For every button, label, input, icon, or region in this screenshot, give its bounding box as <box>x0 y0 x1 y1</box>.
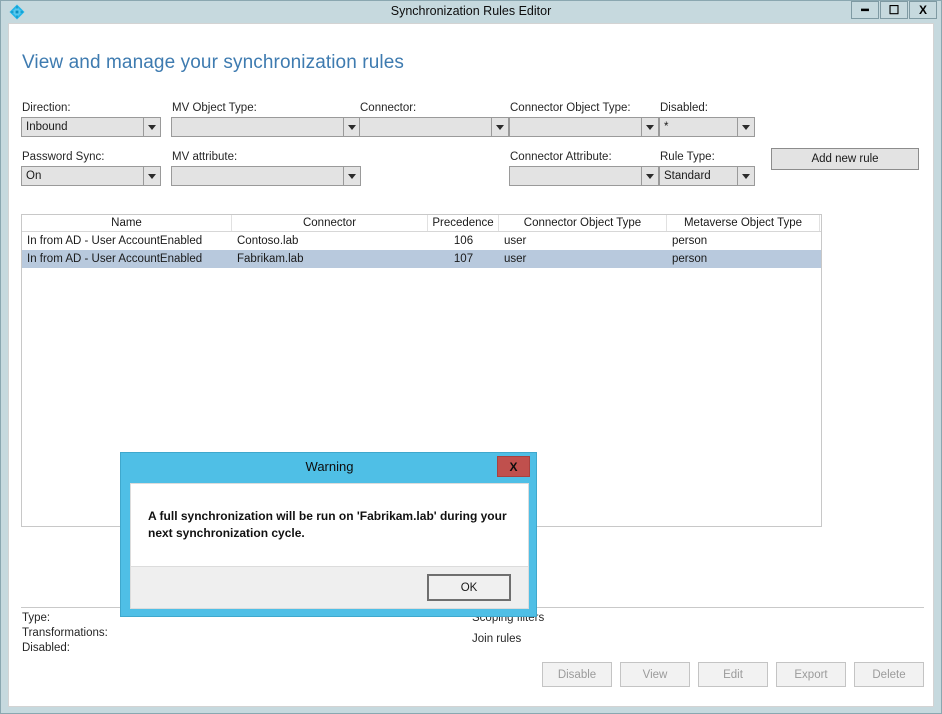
chevron-down-icon[interactable] <box>143 167 160 185</box>
rule-detail-right: Scoping filters Join rules <box>472 611 544 653</box>
window-title-bar: Synchronization Rules Editor ━ ☐ X <box>1 1 941 22</box>
maximize-button[interactable]: ☐ <box>880 1 908 19</box>
edit-button[interactable]: Edit <box>698 662 768 687</box>
minimize-button[interactable]: ━ <box>851 1 879 19</box>
connector-attribute-combobox[interactable] <box>509 166 659 186</box>
connector-value <box>360 118 491 136</box>
cell-metaverse-object-type: person <box>672 235 708 247</box>
column-header-connector-object-type[interactable]: Connector Object Type <box>499 215 667 231</box>
view-button-label: View <box>642 668 668 681</box>
detail-label-join-rules: Join rules <box>472 633 522 645</box>
chevron-down-icon[interactable] <box>343 167 360 185</box>
direction-value: Inbound <box>26 121 68 133</box>
mv-attribute-value <box>172 167 343 185</box>
connector-object-type-combobox[interactable] <box>509 117 659 137</box>
direction-combobox[interactable]: Inbound <box>21 117 161 137</box>
minimize-icon: ━ <box>861 3 869 17</box>
label-mv-attribute: MV attribute: <box>172 151 238 163</box>
warning-dialog-title: Warning <box>305 459 354 474</box>
mv-object-type-combobox[interactable] <box>171 117 361 137</box>
label-direction: Direction: <box>22 102 71 114</box>
chevron-down-icon[interactable] <box>491 118 508 136</box>
warning-dialog-footer: OK <box>130 567 529 609</box>
cell-precedence: 106 <box>453 235 474 247</box>
ok-button[interactable]: OK <box>427 574 511 601</box>
mv-attribute-combobox[interactable] <box>171 166 361 186</box>
cell-metaverse-object-type: person <box>672 253 708 265</box>
rule-type-value: Standard <box>664 170 711 182</box>
add-new-rule-button[interactable]: Add new rule <box>771 148 919 170</box>
warning-dialog-close-button[interactable]: X <box>497 456 530 477</box>
window-title: Synchronization Rules Editor <box>390 4 552 18</box>
warning-dialog-message: A full synchronization will be run on 'F… <box>148 509 507 540</box>
chevron-down-icon[interactable] <box>343 118 360 136</box>
label-connector-attribute: Connector Attribute: <box>510 151 612 163</box>
detail-label-disabled: Disabled: <box>22 642 70 654</box>
page-title: View and manage your synchronization rul… <box>22 52 404 73</box>
maximize-icon: ☐ <box>888 3 900 17</box>
label-disabled-filter: Disabled: <box>660 102 708 114</box>
mv-object-type-value <box>172 118 343 136</box>
disabled-combobox[interactable]: * <box>659 117 755 137</box>
connector-combobox[interactable] <box>359 117 509 137</box>
label-connector-object-type: Connector Object Type: <box>510 102 631 114</box>
label-password-sync: Password Sync: <box>22 151 105 163</box>
action-button-bar: Disable View Edit Export Delete <box>529 662 924 687</box>
column-header-precedence[interactable]: Precedence <box>428 215 499 231</box>
client-area: View and manage your synchronization rul… <box>8 23 934 707</box>
cell-connector: Fabrikam.lab <box>237 253 304 265</box>
chevron-down-icon[interactable] <box>737 167 754 185</box>
cell-connector: Contoso.lab <box>237 235 299 247</box>
column-header-metaverse-object-type[interactable]: Metaverse Object Type <box>667 215 820 231</box>
label-mv-object-type: MV Object Type: <box>172 102 257 114</box>
application-window: Synchronization Rules Editor ━ ☐ X View … <box>0 0 942 714</box>
label-connector: Connector: <box>360 102 417 114</box>
connector-object-type-value <box>510 118 641 136</box>
table-row[interactable]: In from AD - User AccountEnabled Contoso… <box>22 232 821 250</box>
close-icon: X <box>509 459 518 474</box>
cell-connector-object-type: user <box>504 253 527 265</box>
detail-label-transformations: Transformations: <box>22 627 108 639</box>
detail-label-type: Type: <box>22 612 51 624</box>
close-icon: X <box>918 3 927 17</box>
rule-detail-left: Type: Transformations: Disabled: <box>22 611 108 656</box>
cell-name: In from AD - User AccountEnabled <box>27 253 203 265</box>
edit-button-label: Edit <box>723 668 743 681</box>
add-new-rule-label: Add new rule <box>811 153 879 165</box>
chevron-down-icon[interactable] <box>143 118 160 136</box>
connector-attribute-value <box>510 167 641 185</box>
password-sync-value: On <box>26 170 42 182</box>
ok-button-label: OK <box>460 581 478 594</box>
warning-dialog-title-bar: Warning X <box>121 453 536 480</box>
column-header-connector[interactable]: Connector <box>232 215 428 231</box>
chevron-down-icon[interactable] <box>641 167 658 185</box>
export-button[interactable]: Export <box>776 662 846 687</box>
warning-dialog-body: A full synchronization will be run on 'F… <box>130 483 529 567</box>
column-header-name[interactable]: Name <box>22 215 232 231</box>
table-row[interactable]: In from AD - User AccountEnabled Fabrika… <box>22 250 821 268</box>
chevron-down-icon[interactable] <box>737 118 754 136</box>
cell-name: In from AD - User AccountEnabled <box>27 235 203 247</box>
rule-type-combobox[interactable]: Standard <box>659 166 755 186</box>
warning-dialog: Warning X A full synchronization will be… <box>120 452 537 617</box>
disable-button-label: Disable <box>557 668 597 681</box>
disabled-value: * <box>664 121 669 133</box>
table-header-row: Name Connector Precedence Connector Obje… <box>22 215 821 232</box>
chevron-down-icon[interactable] <box>641 118 658 136</box>
export-button-label: Export <box>794 668 828 681</box>
delete-button[interactable]: Delete <box>854 662 924 687</box>
view-button[interactable]: View <box>620 662 690 687</box>
password-sync-combobox[interactable]: On <box>21 166 161 186</box>
close-window-button[interactable]: X <box>909 1 937 19</box>
cell-connector-object-type: user <box>504 235 527 247</box>
disable-button[interactable]: Disable <box>542 662 612 687</box>
cell-precedence: 107 <box>453 253 474 265</box>
delete-button-label: Delete <box>872 668 906 681</box>
label-rule-type: Rule Type: <box>660 151 715 163</box>
